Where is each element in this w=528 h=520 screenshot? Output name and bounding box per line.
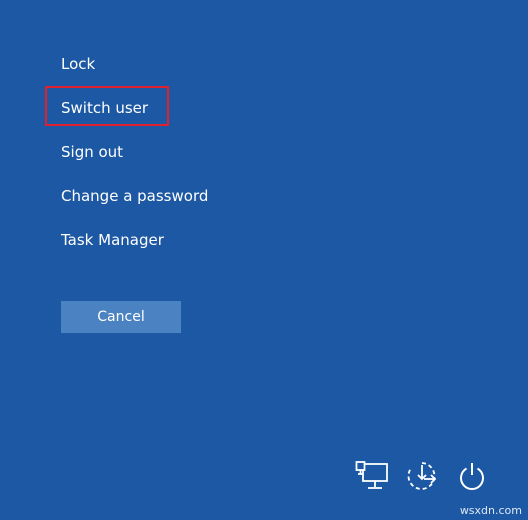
network-icon[interactable] (354, 458, 390, 494)
watermark: wsxdn.com (459, 504, 522, 517)
power-icon[interactable] (454, 458, 490, 494)
ctrl-alt-del-screen: Lock Switch user Sign out Change a passw… (0, 0, 528, 520)
menu-item-sign-out[interactable]: Sign out (61, 138, 208, 182)
cancel-button[interactable]: Cancel (61, 301, 181, 333)
security-options-menu: Lock Switch user Sign out Change a passw… (44, 50, 208, 270)
menu-item-task-manager[interactable]: Task Manager (61, 226, 208, 270)
menu-item-switch-user[interactable]: Switch user (44, 86, 208, 138)
accessibility-icon[interactable] (404, 458, 440, 494)
system-tray (354, 458, 490, 494)
menu-item-change-password[interactable]: Change a password (61, 182, 208, 226)
